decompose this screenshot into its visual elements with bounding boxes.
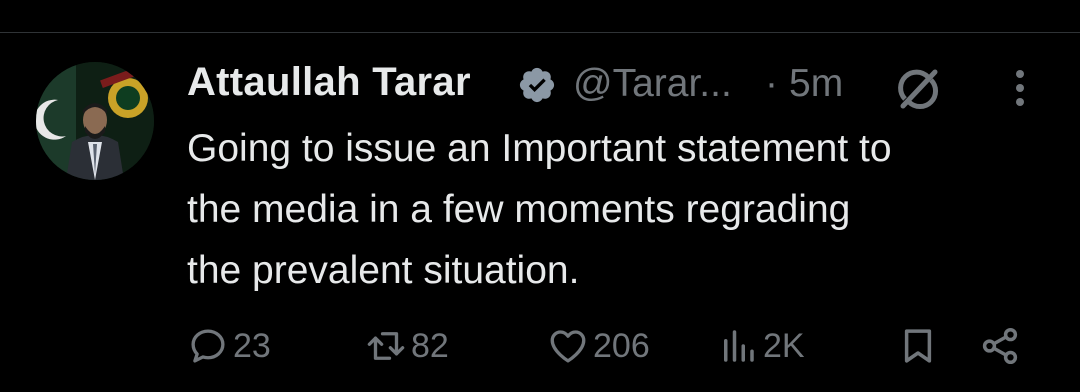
reply-count: 23 <box>233 326 271 365</box>
verified-badge-icon[interactable] <box>517 65 557 105</box>
more-options-icon[interactable] <box>1005 66 1035 110</box>
grok-icon[interactable] <box>893 64 943 114</box>
like-button[interactable]: 206 <box>547 318 650 374</box>
like-count: 206 <box>593 326 650 365</box>
bookmark-button[interactable] <box>897 318 943 374</box>
tweet-header: Attaullah Tarar @Tarar... · 5m <box>187 58 1047 110</box>
repost-icon <box>367 332 405 360</box>
avatar[interactable] <box>36 62 154 180</box>
repost-button[interactable]: 82 <box>365 318 449 374</box>
author-handle[interactable]: @Tarar... <box>573 62 732 106</box>
reply-icon <box>191 329 225 363</box>
views-count: 2K <box>763 326 805 365</box>
views-button[interactable]: 2K <box>717 318 805 374</box>
tweet-text: Going to issue an Important statement to… <box>187 127 892 292</box>
heart-icon <box>550 330 586 363</box>
author-name[interactable]: Attaullah Tarar <box>187 60 471 105</box>
reply-button[interactable]: 23 <box>187 318 271 374</box>
repost-count: 82 <box>411 326 449 365</box>
bookmark-icon <box>904 329 932 363</box>
avatar-image <box>36 62 154 180</box>
meta-separator: · <box>765 62 778 105</box>
share-button[interactable] <box>979 318 1025 374</box>
views-chart-icon <box>724 330 754 362</box>
share-icon <box>982 327 1018 365</box>
action-bar: 23 82 206 2K <box>187 318 1047 374</box>
post-time[interactable]: 5m <box>789 62 843 106</box>
top-divider <box>0 32 1080 33</box>
